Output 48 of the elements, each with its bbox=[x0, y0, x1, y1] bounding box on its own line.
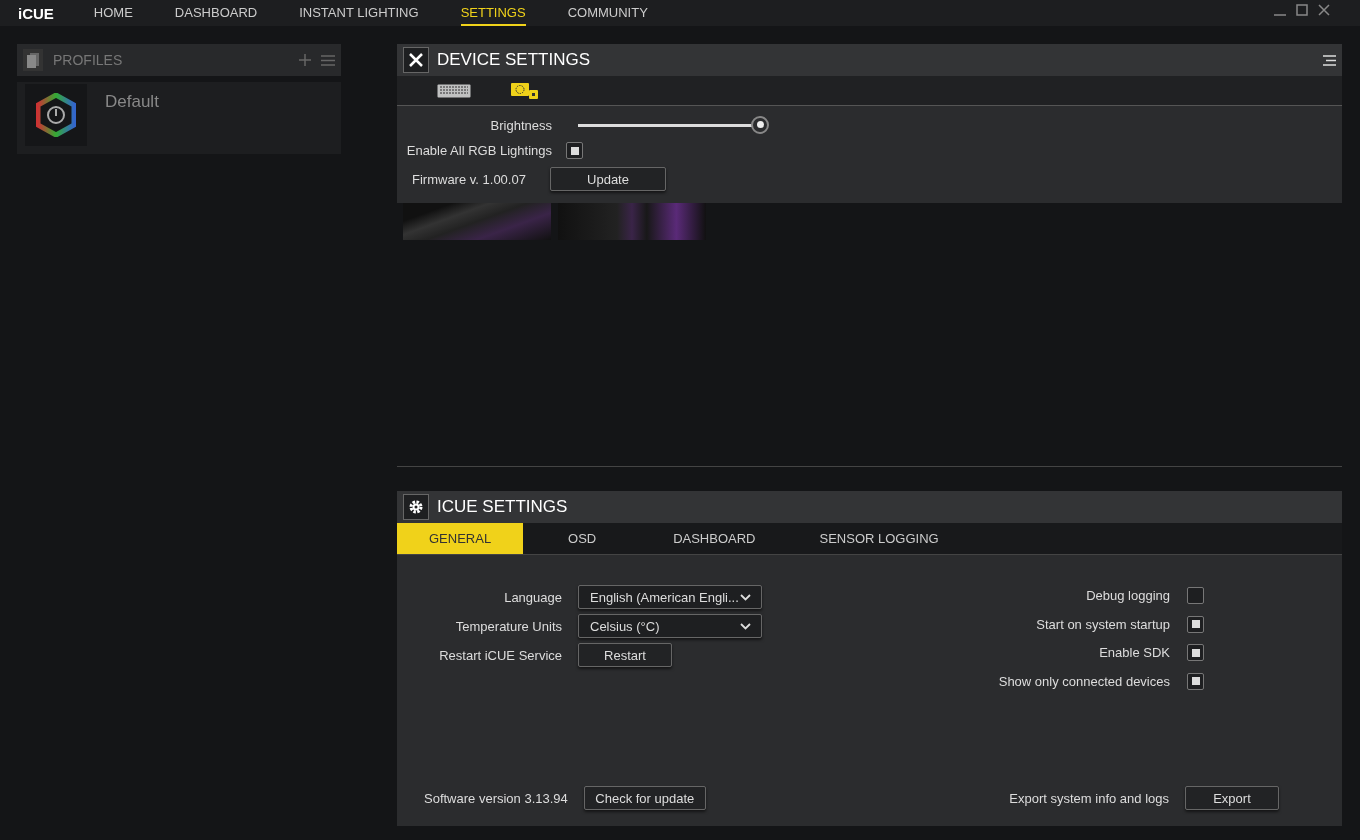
nav-tab[interactable]: SETTINGS bbox=[460, 0, 526, 26]
keyboard-icon bbox=[437, 83, 471, 98]
tab[interactable]: OSD bbox=[523, 523, 642, 554]
nav-tab[interactable]: COMMUNITY bbox=[567, 0, 648, 26]
setting-label: Show only connected devices bbox=[998, 673, 1170, 689]
setting-label: Brightness bbox=[490, 117, 552, 133]
restart-button[interactable]: Restart bbox=[578, 643, 672, 667]
maximize-icon[interactable] bbox=[1296, 4, 1308, 16]
setting-label: Debug logging bbox=[1086, 588, 1170, 603]
setting-label: Enable All RGB Lightings bbox=[406, 143, 552, 158]
setting-label: Language bbox=[504, 589, 562, 605]
tab[interactable]: DASHBOARD bbox=[641, 523, 788, 554]
dropdown[interactable]: English (American Engli... bbox=[578, 585, 762, 609]
profiles-icon bbox=[23, 49, 43, 71]
chevron-down-icon bbox=[740, 622, 751, 630]
firmware-version: Firmware v. 1.00.07 bbox=[412, 171, 526, 187]
panel-title: ICUE SETTINGS bbox=[437, 497, 568, 517]
app-logo: iCUE bbox=[18, 4, 54, 22]
dropdown[interactable]: Celsius (°C) bbox=[578, 614, 762, 638]
checkbox[interactable] bbox=[1187, 672, 1204, 690]
check-update-button[interactable]: Check for update bbox=[583, 786, 706, 810]
profile-item[interactable]: Default bbox=[17, 82, 341, 154]
software-version: Software version 3.13.94 bbox=[424, 790, 568, 806]
tab[interactable]: SENSOR LOGGING bbox=[787, 523, 971, 554]
panel-title: DEVICE SETTINGS bbox=[437, 50, 591, 70]
checkbox[interactable] bbox=[1187, 587, 1204, 604]
checkbox[interactable] bbox=[1187, 615, 1204, 633]
hexagon-power-icon bbox=[36, 93, 76, 137]
profile-name: Default bbox=[105, 92, 159, 113]
export-button[interactable]: Export bbox=[1185, 786, 1279, 810]
close-icon[interactable] bbox=[1318, 4, 1330, 16]
add-icon[interactable] bbox=[299, 54, 311, 66]
setting-label: Start on system startup bbox=[1036, 616, 1170, 632]
tools-icon bbox=[403, 47, 429, 73]
export-label: Export system info and logs bbox=[1009, 790, 1169, 806]
profiles-title: PROFILES bbox=[53, 52, 124, 68]
settings-icon bbox=[403, 494, 429, 520]
setting-label: Enable SDK bbox=[1099, 645, 1170, 660]
chevron-down-icon bbox=[740, 593, 751, 601]
setting-label: Restart iCUE Service bbox=[439, 647, 562, 663]
tab[interactable]: GENERAL bbox=[397, 523, 524, 554]
nav-tab[interactable]: HOME bbox=[93, 0, 133, 26]
nav-tab[interactable]: INSTANT LIGHTING bbox=[299, 0, 419, 26]
checkbox[interactable] bbox=[566, 142, 583, 159]
nav-tab[interactable]: DASHBOARD bbox=[174, 0, 258, 26]
checkbox[interactable] bbox=[1187, 644, 1204, 661]
update-button[interactable]: Update bbox=[550, 167, 666, 191]
setting-label: Temperature Units bbox=[455, 618, 562, 634]
